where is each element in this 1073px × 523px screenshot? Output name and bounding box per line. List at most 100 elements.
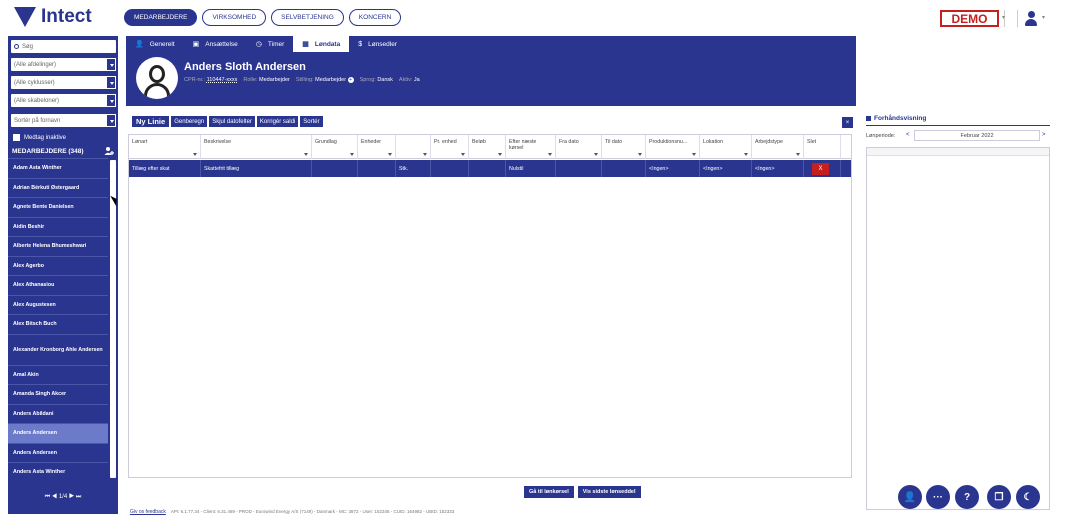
hide-date-fields-button[interactable]: Skjul datofelter	[209, 116, 255, 127]
department-filter[interactable]: (Alle afdelinger)	[11, 58, 116, 71]
list-item[interactable]: Agnete Bente Danielsen	[8, 197, 108, 217]
template-filter[interactable]: (Alle skabeloner)	[11, 94, 116, 107]
user-menu-icon[interactable]	[1023, 10, 1039, 27]
list-item[interactable]: Amal Akin	[8, 364, 108, 385]
column-header[interactable]: Slet	[804, 135, 841, 159]
sort-select[interactable]: Sortér på fornavn	[11, 114, 116, 127]
list-item[interactable]: Adam Asta Winther	[8, 158, 108, 178]
close-panel-button[interactable]: ×	[842, 117, 853, 128]
tab-ansættelse[interactable]: ▣ Ansættelse	[184, 36, 247, 52]
list-item[interactable]: Alberte Helena Bhumeshwari	[8, 236, 108, 256]
list-item[interactable]: Alex Bitsch Buch	[8, 314, 108, 334]
column-header[interactable]: Enheder	[358, 135, 396, 159]
tab-lønsedler[interactable]: $ Lønsedler	[349, 36, 406, 52]
period-select[interactable]: Februar 2022	[914, 130, 1040, 141]
column-header[interactable]: Lønart	[129, 135, 201, 159]
include-inactive-checkbox[interactable]: Medtag inaktive	[13, 134, 66, 141]
filter-arrow-icon[interactable]	[498, 153, 502, 156]
list-item[interactable]: Alex Augustesen	[8, 294, 108, 315]
column-header[interactable]: Efter næste kørsel	[506, 135, 556, 159]
nav-virksomhed[interactable]: VIRKSOMHED	[202, 9, 267, 26]
list-item[interactable]: Adrian Bérkuti Østergaard	[8, 177, 108, 198]
table-cell[interactable]	[556, 160, 602, 177]
prev-period-icon[interactable]: <	[906, 132, 910, 138]
delete-row-button[interactable]: X	[812, 162, 829, 175]
list-item[interactable]: Alexander Kronborg Ahle Andersen	[8, 333, 108, 365]
column-header[interactable]: Produktionsnu...	[646, 135, 700, 159]
cpr-value[interactable]: 110447-xxxx	[207, 77, 238, 83]
column-header[interactable]: Fra dato	[556, 135, 602, 159]
show-last-payslip-button[interactable]: Vis sidste lønseddel	[577, 486, 641, 498]
employee-pager[interactable]: ⏮ ◀ 1/4 ▶ ⏭	[8, 494, 118, 501]
go-to-payroll-button[interactable]: Gå til lønkørsel	[524, 486, 574, 498]
column-header[interactable]: Arbejdstype	[752, 135, 804, 159]
search-input[interactable]: Søg	[11, 40, 116, 53]
table-row[interactable]: Tillæg efter skat Skattefrit tillæg Stk. Nu…	[129, 160, 851, 177]
table-cell[interactable]	[358, 160, 396, 177]
help-icon[interactable]: ?	[955, 485, 979, 509]
column-header[interactable]: Grundlag	[312, 135, 358, 159]
table-cell[interactable]	[469, 160, 506, 177]
list-item[interactable]: Alex Athanasiou	[8, 275, 108, 295]
intect-logo[interactable]: Intect	[14, 6, 92, 28]
table-cell[interactable]: Tillæg efter skat	[129, 160, 201, 177]
correct-balances-button[interactable]: Korrigér saldi	[256, 116, 299, 127]
table-cell[interactable]: Skattefrit tillæg	[201, 160, 312, 177]
tab-generelt[interactable]: 👤 Generelt	[126, 36, 184, 52]
table-cell[interactable]: <Ingen>	[646, 160, 700, 177]
filter-arrow-icon[interactable]	[638, 153, 642, 156]
filter-arrow-icon[interactable]	[744, 153, 748, 156]
checkbox[interactable]	[13, 134, 20, 141]
more-icon[interactable]: ···	[926, 485, 950, 509]
table-cell[interactable]: Stk.	[396, 160, 431, 177]
nav-medarbejdere[interactable]: MEDARBEJDERE	[124, 9, 198, 26]
table-cell[interactable]	[602, 160, 646, 177]
filter-arrow-icon[interactable]	[350, 153, 354, 156]
add-user-icon[interactable]: 👤	[898, 485, 922, 509]
cycle-filter[interactable]: (Alle cyklusser)	[11, 76, 116, 89]
filter-arrow-icon[interactable]	[423, 153, 427, 156]
filter-arrow-icon[interactable]	[461, 153, 465, 156]
recalculate-button[interactable]: Genberegn	[171, 116, 208, 127]
list-item[interactable]: Aidin Beshir	[8, 216, 108, 237]
nav-selvbetjening[interactable]: SELVBETJENING	[271, 9, 344, 26]
tab-løndata[interactable]: ▦ Løndata	[293, 36, 350, 52]
new-line-button[interactable]: Ny Linie	[132, 116, 170, 127]
table-cell[interactable]: <Ingen>	[752, 160, 804, 177]
avatar[interactable]	[136, 57, 178, 99]
list-item[interactable]: Anders Andersen	[8, 423, 108, 443]
moon-icon[interactable]: ☾	[1016, 485, 1040, 509]
nav-koncern[interactable]: KONCERN	[348, 9, 402, 26]
column-header[interactable]: Lokation	[700, 135, 752, 159]
sort-button[interactable]: Sortér	[300, 116, 323, 127]
list-item[interactable]: Amanda Singh Akcer	[8, 384, 108, 404]
tab-timer[interactable]: ◷ Timer	[247, 36, 293, 52]
table-cell[interactable]	[431, 160, 469, 177]
filter-arrow-icon[interactable]	[548, 153, 552, 156]
employee-list-scrollbar[interactable]	[110, 160, 116, 478]
filter-arrow-icon[interactable]	[796, 153, 800, 156]
column-header[interactable]: Pr. enhed	[431, 135, 469, 159]
table-cell[interactable]	[312, 160, 358, 177]
column-header[interactable]: Beskrivelse	[201, 135, 312, 159]
filter-arrow-icon[interactable]	[692, 153, 696, 156]
table-cell[interactable]: Nulstil	[506, 160, 556, 177]
list-item[interactable]: Anders Asta Winther	[8, 462, 108, 482]
column-header[interactable]: Til dato	[602, 135, 646, 159]
user-dropdown-icon[interactable]: ▾	[1042, 14, 1045, 21]
list-item[interactable]: Alex Agerbo	[8, 255, 108, 276]
table-cell[interactable]: <Ingen>	[700, 160, 752, 177]
next-period-icon[interactable]: >	[1042, 132, 1046, 138]
filter-arrow-icon[interactable]	[594, 153, 598, 156]
filter-arrow-icon[interactable]	[193, 153, 197, 156]
add-position-icon[interactable]: +	[347, 77, 354, 83]
list-item[interactable]: Anders Andersen	[8, 442, 108, 463]
filter-arrow-icon[interactable]	[304, 153, 308, 156]
column-header[interactable]	[396, 135, 431, 159]
filter-arrow-icon[interactable]	[388, 153, 392, 156]
list-item[interactable]: Anders Abildani	[8, 403, 108, 424]
feedback-link[interactable]: Giv os feedback	[130, 509, 166, 515]
copy-icon[interactable]: ❐	[987, 485, 1011, 509]
column-header[interactable]: Beløb	[469, 135, 506, 159]
add-employee-icon[interactable]	[104, 146, 114, 156]
